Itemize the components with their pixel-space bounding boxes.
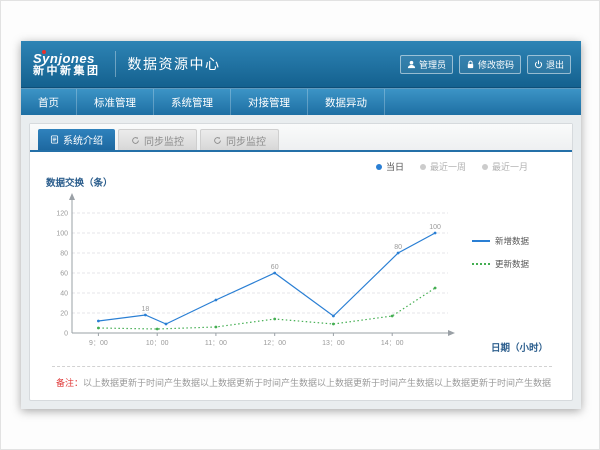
main-nav: 首页 标准管理 系统管理 对接管理 数据异动 bbox=[21, 88, 581, 115]
legend-today-label: 当日 bbox=[386, 160, 404, 173]
tab-system-intro[interactable]: 系统介绍 bbox=[38, 129, 115, 150]
header-divider bbox=[115, 51, 116, 77]
nav-item-home[interactable]: 首页 bbox=[21, 89, 77, 115]
legend-new-data-label: 新增数据 bbox=[495, 235, 529, 247]
footnote: 备注：以上数据更新于时间产生数据以上数据更新于时间产生数据以上数据更新于时间产生… bbox=[52, 366, 552, 400]
footnote-text: 以上数据更新于时间产生数据以上数据更新于时间产生数据以上数据更新于时间产生数据以… bbox=[83, 378, 552, 388]
brand-logo: Synjones 新中新集团 bbox=[31, 50, 105, 77]
legend-last-week-label: 最近一周 bbox=[430, 160, 466, 173]
svg-text:100: 100 bbox=[56, 231, 68, 238]
user-icon bbox=[407, 60, 416, 69]
svg-text:60: 60 bbox=[60, 271, 68, 278]
legend-last-week[interactable]: 最近一周 bbox=[420, 160, 466, 173]
nav-item-system-mgmt[interactable]: 系统管理 bbox=[154, 89, 231, 115]
app-window: Synjones 新中新集团 数据资源中心 管理员 修改密码 退出 bbox=[21, 41, 581, 409]
logout-label: 退出 bbox=[546, 58, 564, 71]
nav-item-data-change[interactable]: 数据异动 bbox=[308, 89, 385, 115]
tab-label: 同步监控 bbox=[226, 133, 266, 148]
brand-logo-en: Synjones bbox=[33, 52, 101, 66]
legend-update-data-label: 更新数据 bbox=[495, 258, 529, 270]
legend-line-sample-update bbox=[472, 263, 490, 265]
svg-text:60: 60 bbox=[271, 264, 279, 271]
nav-item-standard-mgmt[interactable]: 标准管理 bbox=[77, 89, 154, 115]
chart-period-legend: 当日 最近一周 最近一月 bbox=[42, 160, 562, 173]
legend-line-sample-new bbox=[472, 240, 490, 242]
legend-today[interactable]: 当日 bbox=[376, 160, 404, 173]
header-actions: 管理员 修改密码 退出 bbox=[400, 55, 571, 74]
logout-button[interactable]: 退出 bbox=[527, 55, 571, 74]
screen: Synjones 新中新集团 数据资源中心 管理员 修改密码 退出 bbox=[0, 0, 600, 450]
svg-text:40: 40 bbox=[60, 291, 68, 298]
legend-dot-last-week bbox=[420, 164, 426, 170]
x-axis-title: 日期（小时） bbox=[491, 340, 548, 354]
sync-arrows-icon bbox=[213, 136, 222, 145]
footnote-label: 备注： bbox=[56, 378, 83, 388]
svg-text:120: 120 bbox=[56, 211, 68, 218]
nav-item-interface-mgmt[interactable]: 对接管理 bbox=[231, 89, 308, 115]
svg-text:100: 100 bbox=[429, 224, 441, 231]
line-chart: 0 20 40 60 80 100 120 9：00 10：00 11：00 12：00 13：00 1… bbox=[42, 189, 472, 355]
change-password-button[interactable]: 修改密码 bbox=[459, 55, 521, 74]
document-icon bbox=[50, 135, 59, 144]
chart-row: 0 20 40 60 80 100 120 9：00 10：00 11：00 12：00 13：00 1… bbox=[42, 189, 562, 366]
tab-sync-monitor-1[interactable]: 同步监控 bbox=[118, 129, 197, 150]
svg-text:11：00: 11：00 bbox=[205, 340, 227, 347]
legend-dot-last-month bbox=[482, 164, 488, 170]
content-area: 系统介绍 同步监控 同步监控 当日 bbox=[21, 115, 581, 409]
svg-text:9：00: 9：00 bbox=[89, 340, 108, 347]
power-icon bbox=[534, 60, 543, 69]
legend-update-data: 更新数据 bbox=[472, 258, 529, 270]
svg-text:10：00: 10：00 bbox=[146, 340, 169, 347]
svg-text:14：00: 14：00 bbox=[381, 340, 404, 347]
tab-sync-monitor-2[interactable]: 同步监控 bbox=[200, 129, 279, 150]
admin-user-label: 管理员 bbox=[419, 58, 446, 71]
svg-text:0: 0 bbox=[64, 331, 68, 338]
sync-arrows-icon bbox=[131, 136, 140, 145]
svg-text:80: 80 bbox=[60, 251, 68, 258]
change-password-label: 修改密码 bbox=[478, 58, 514, 71]
svg-text:80: 80 bbox=[394, 244, 402, 251]
tab-bar: 系统介绍 同步监控 同步监控 bbox=[30, 124, 572, 152]
svg-text:18: 18 bbox=[142, 306, 150, 313]
svg-text:13：00: 13：00 bbox=[322, 340, 345, 347]
lock-icon bbox=[466, 60, 475, 69]
chart-section: 当日 最近一周 最近一月 数据交换（条） 0204060801 bbox=[30, 152, 572, 400]
tab-label: 系统介绍 bbox=[63, 132, 103, 147]
tab-label: 同步监控 bbox=[144, 133, 184, 148]
main-panel: 系统介绍 同步监控 同步监控 当日 bbox=[29, 123, 573, 401]
admin-user-button[interactable]: 管理员 bbox=[400, 55, 453, 74]
legend-dot-today bbox=[376, 164, 382, 170]
y-axis-title: 数据交换（条） bbox=[46, 175, 562, 189]
brand-logo-cn: 新中新集团 bbox=[33, 66, 101, 78]
legend-last-month-label: 最近一月 bbox=[492, 160, 528, 173]
legend-new-data: 新增数据 bbox=[472, 235, 529, 247]
svg-text:12：00: 12：00 bbox=[263, 340, 286, 347]
page-title: 数据资源中心 bbox=[128, 54, 221, 74]
legend-last-month[interactable]: 最近一月 bbox=[482, 160, 528, 173]
top-header: Synjones 新中新集团 数据资源中心 管理员 修改密码 退出 bbox=[21, 41, 581, 88]
svg-text:20: 20 bbox=[60, 311, 68, 318]
